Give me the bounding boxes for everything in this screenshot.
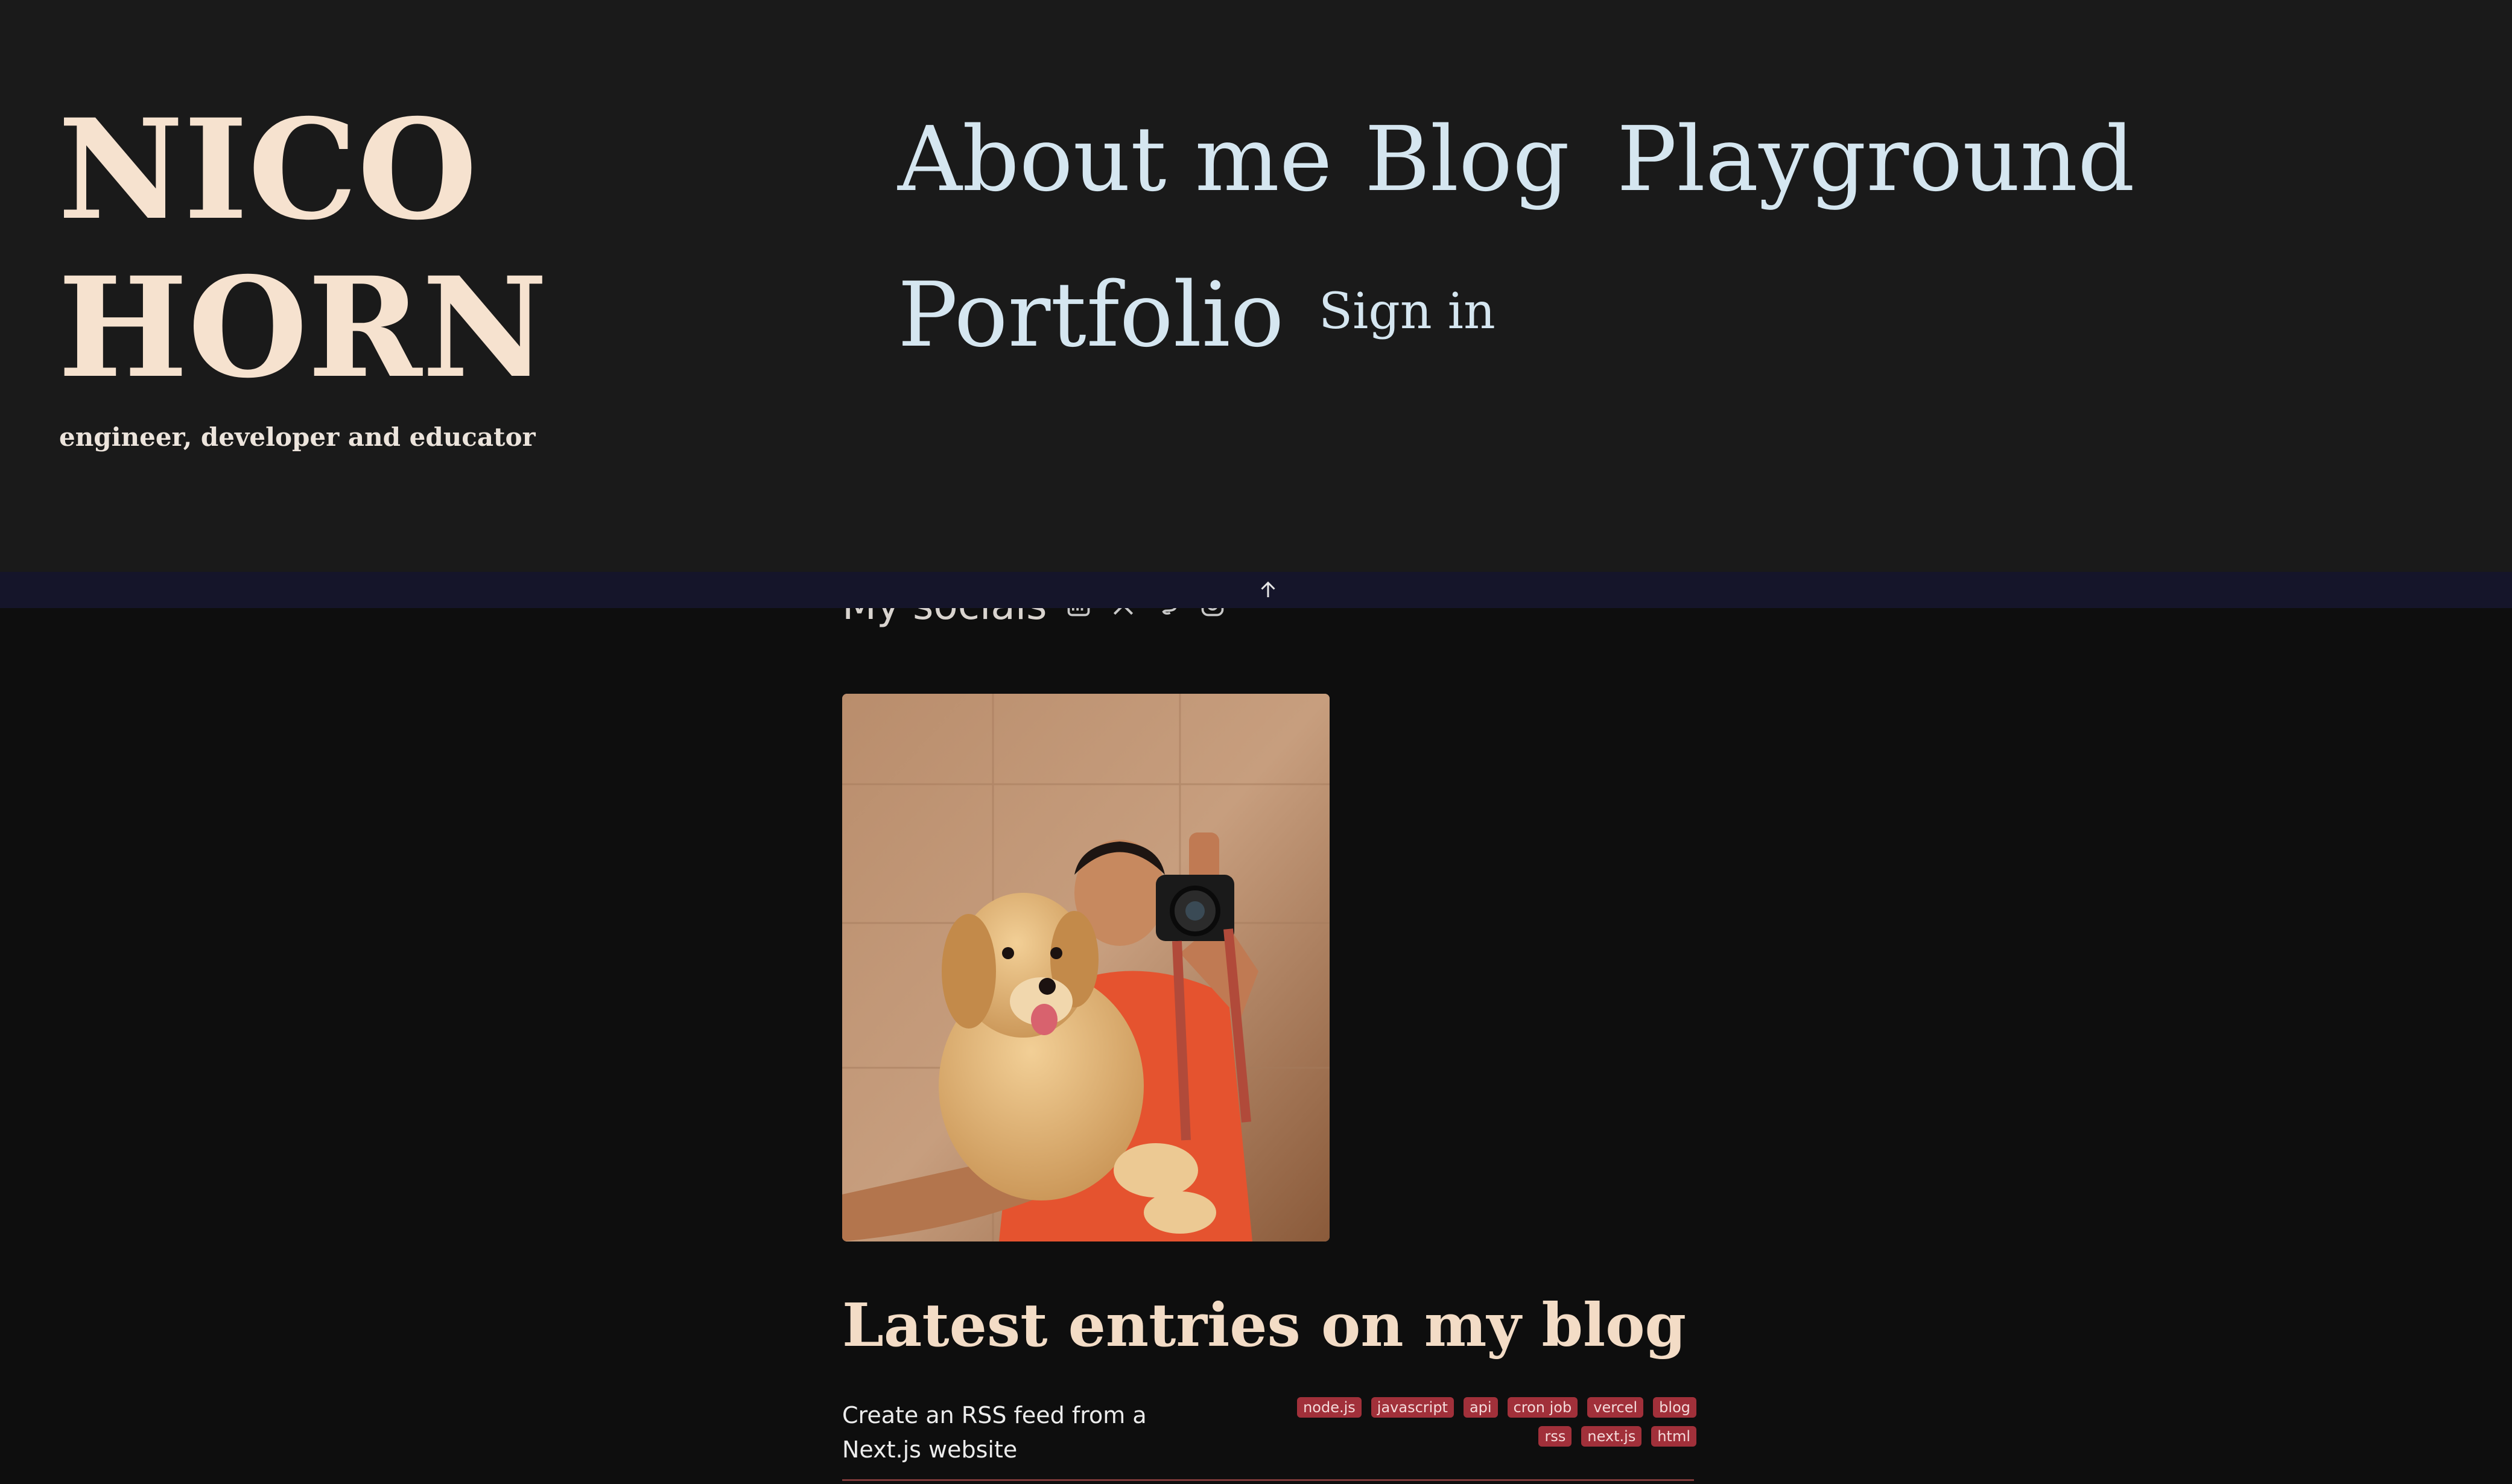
latest-blog-heading: Latest entries on my blog <box>842 1291 1687 1360</box>
nav-signin-link[interactable]: Sign in <box>1319 287 1495 337</box>
tag-badge[interactable]: javascript <box>1371 1397 1454 1418</box>
blog-entry-tags: node.js javascript api cron job vercel b… <box>1267 1397 1696 1447</box>
site-tagline: engineer, developer and educator <box>59 422 536 452</box>
tag-badge[interactable]: api <box>1463 1397 1498 1418</box>
site-logo[interactable]: NICO HORN <box>58 90 722 407</box>
brand-line-2: HORN <box>58 247 548 408</box>
brand-line-1: NICO <box>58 89 478 250</box>
blog-entry-title[interactable]: Create an RSS feed from a Next.js websit… <box>842 1398 1228 1467</box>
tag-badge[interactable]: blog <box>1653 1397 1696 1418</box>
arrow-up-icon[interactable] <box>1257 579 1279 601</box>
nav-playground-link[interactable]: Playground <box>1617 115 2135 204</box>
nav-portfolio-link[interactable]: Portfolio <box>898 270 1284 360</box>
tag-badge[interactable]: node.js <box>1297 1397 1362 1418</box>
site-header: NICO HORN engineer, developer and educat… <box>0 0 2512 572</box>
nav-about-link[interactable]: About me <box>898 115 1333 204</box>
nav-blog-link[interactable]: Blog <box>1365 115 1570 204</box>
tag-badge[interactable]: next.js <box>1581 1426 1642 1447</box>
tag-badge[interactable]: vercel <box>1587 1397 1644 1418</box>
tag-badge[interactable]: cron job <box>1507 1397 1578 1418</box>
scroll-to-top-bar[interactable] <box>0 572 2512 608</box>
tag-badge[interactable]: html <box>1651 1426 1696 1447</box>
profile-photo <box>842 694 1330 1241</box>
tag-badge[interactable]: rss <box>1538 1426 1572 1447</box>
entry-divider <box>842 1479 1694 1481</box>
